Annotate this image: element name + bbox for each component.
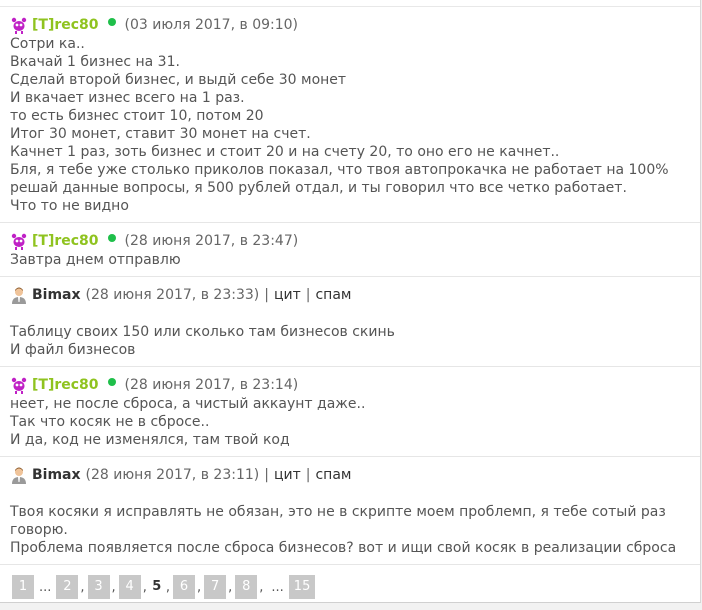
message-text-line: решай данные вопросы, я 500 рублей отдал… — [10, 180, 627, 196]
message-text-line: Вкачай 1 бизнес на 31. — [10, 54, 180, 70]
spam-link[interactable]: спам — [315, 465, 351, 485]
user-avatar-icon — [12, 287, 26, 304]
page-link[interactable]: 2 — [56, 575, 79, 599]
separator: | — [305, 467, 311, 483]
pagination-separator: , — [165, 579, 170, 595]
message-header: [T]rec80 (28 июня 2017, в 23:47) — [10, 231, 690, 251]
username-link[interactable]: [T]rec80 — [32, 15, 99, 35]
message-header: [T]rec80 (28 июня 2017, в 23:14) — [10, 375, 690, 395]
previous-message-edge — [0, 0, 700, 7]
message: [T]rec80 (28 июня 2017, в 23:47) Завтра … — [0, 223, 700, 277]
pagination-separator: , — [80, 579, 85, 595]
message-text-line: Итог 30 монет, ставит 30 монет на счет. — [10, 126, 311, 142]
username-link[interactable]: Bimax — [32, 285, 81, 305]
message-text-line: Сотри ка.. — [10, 36, 85, 52]
pagination-separator: , — [196, 579, 202, 595]
username-link[interactable]: [T]rec80 — [32, 375, 99, 395]
message: [T]rec80 (03 июля 2017, в 09:10) Сотри к… — [0, 7, 700, 223]
message-text-line: Таблицу своих 150 или сколько там бизнес… — [10, 324, 395, 340]
message-text-line: И да, код не изменялся, там твой код — [10, 432, 290, 448]
message-text-line: говорю. — [10, 522, 68, 538]
message-date: (28 июня 2017, в 23:14) — [124, 377, 299, 393]
page-link-last[interactable]: 15 — [288, 575, 316, 599]
pagination-ellipsis: ... — [39, 579, 52, 595]
online-status-icon — [107, 18, 116, 26]
page-link[interactable]: 8 — [235, 575, 258, 599]
messages-panel: [T]rec80 (03 июля 2017, в 09:10) Сотри к… — [0, 0, 701, 603]
page-link[interactable]: 7 — [204, 575, 227, 599]
quote-link[interactable]: цит — [274, 285, 301, 305]
user-avatar-icon — [12, 467, 26, 484]
quote-link[interactable]: цит — [274, 465, 301, 485]
page-link[interactable]: 3 — [87, 575, 110, 599]
username-link[interactable]: [T]rec80 — [32, 231, 99, 251]
message-header: [T]rec80 (03 июля 2017, в 09:10) — [10, 15, 690, 35]
admin-avatar-icon — [11, 17, 27, 34]
message: Bimax (28 июня 2017, в 23:33) | цит | сп… — [0, 277, 700, 367]
message-text-line: Качнет 1 раз, зоть бизнес и стоит 20 и н… — [10, 144, 560, 160]
separator: | — [264, 467, 269, 483]
spam-link[interactable]: спам — [315, 285, 351, 305]
message-header: Bimax (28 июня 2017, в 23:33) | цит | сп… — [10, 285, 690, 305]
message-text-line: И вкачает изнес всего на 1 раз. — [10, 90, 245, 106]
message-date: (28 июня 2017, в 23:47) — [124, 233, 299, 249]
admin-avatar-icon — [11, 377, 27, 394]
username-link[interactable]: Bimax — [32, 465, 81, 485]
admin-avatar-icon — [11, 233, 27, 250]
message-text-line: Так что косяк не в сбросе.. — [10, 414, 210, 430]
message-date: (28 июня 2017, в 23:33) — [85, 287, 260, 303]
message-text-line: Что то не видно — [10, 198, 129, 214]
pagination: 1 ... 2, 3, 4, 5, 6, 7, 8, ... 15 — [0, 565, 700, 600]
message-text-line: неет, не после сброса, а чистый аккаунт … — [10, 396, 366, 412]
message-text-line: Сделай второй бизнес, и выдй себе 30 мон… — [10, 72, 347, 88]
online-status-icon — [107, 234, 116, 242]
page-link[interactable]: 4 — [118, 575, 141, 599]
message-text-line: то есть бизнес стоит 10, потом 20 — [10, 108, 264, 124]
message-header: Bimax (28 июня 2017, в 23:11) | цит | сп… — [10, 465, 690, 485]
pagination-separator: , — [228, 579, 233, 595]
online-status-icon — [107, 378, 116, 386]
message-text-line: Проблема появляется после сброса бизнесо… — [10, 540, 677, 556]
message-text-line: Завтра днем отправлю — [10, 252, 181, 268]
pagination-ellipsis: ... — [271, 579, 284, 595]
page-link[interactable]: 6 — [172, 575, 195, 599]
message: [T]rec80 (28 июня 2017, в 23:14) неет, н… — [0, 367, 700, 457]
pagination-separator: , — [142, 579, 147, 595]
message-text-line: Твоя косяки я исправлять не обязан, это … — [10, 504, 666, 520]
pagination-separator: , — [111, 579, 116, 595]
separator: | — [305, 287, 311, 303]
message-text-line: И файл бизнесов — [10, 342, 136, 358]
message: Bimax (28 июня 2017, в 23:11) | цит | сп… — [0, 457, 700, 565]
message-date: (28 июня 2017, в 23:11) — [85, 467, 260, 483]
message-text-line: Бля, я тебе уже столько приколов показал… — [10, 162, 669, 178]
separator: | — [264, 287, 269, 303]
pagination-separator: , — [259, 579, 264, 595]
current-page: 5 — [152, 579, 162, 594]
message-date: (03 июля 2017, в 09:10) — [124, 17, 298, 33]
page-link-first[interactable]: 1 — [12, 575, 34, 599]
